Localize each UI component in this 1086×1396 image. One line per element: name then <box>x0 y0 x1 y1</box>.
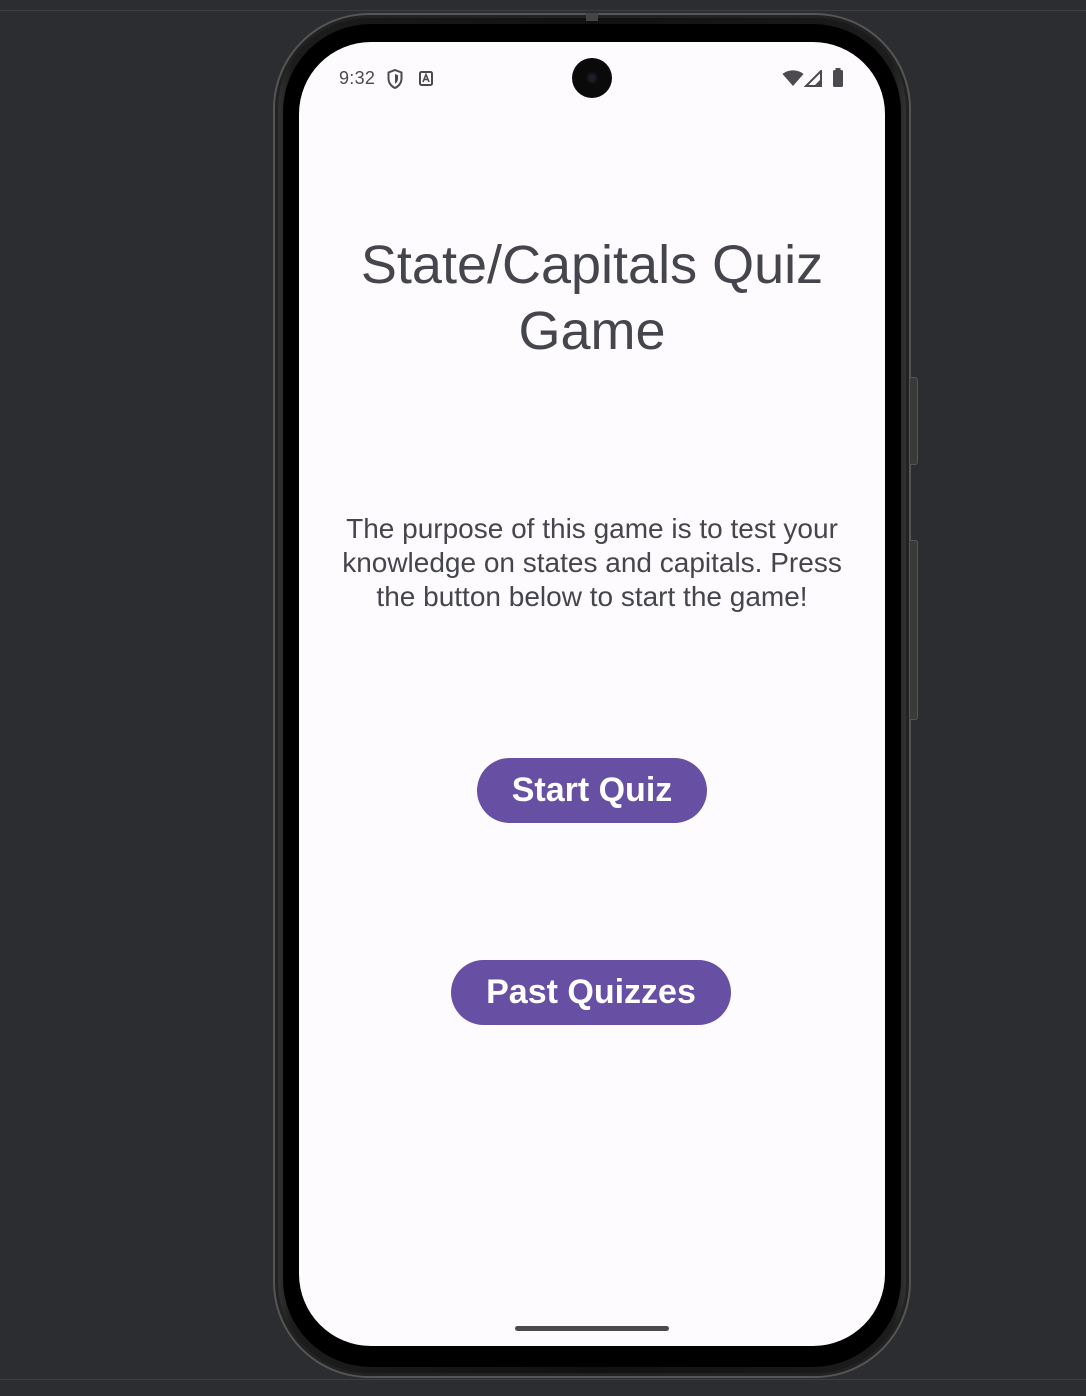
page-title: State/Capitals Quiz Game <box>360 235 824 361</box>
battery-icon <box>832 68 844 93</box>
shield-icon <box>387 68 403 94</box>
home-gesture-bar[interactable] <box>515 1326 669 1331</box>
status-bar: 9:32 <box>299 42 885 112</box>
game-description: The purpose of this game is to test your… <box>342 513 842 612</box>
front-camera <box>572 58 612 98</box>
toolbar-divider <box>0 10 1086 11</box>
power-button[interactable] <box>909 377 918 465</box>
bottom-divider <box>0 1379 1086 1380</box>
volume-button[interactable] <box>909 540 918 720</box>
wifi-icon <box>782 70 804 92</box>
start-quiz-button[interactable]: Start Quiz <box>477 758 707 823</box>
phone-screen: 9:32 State/Capitals Quiz Game The purpos… <box>299 42 885 1346</box>
cell-signal-icon <box>803 68 822 92</box>
past-quizzes-button[interactable]: Past Quizzes <box>451 960 731 1025</box>
accessibility-a-icon <box>419 71 433 91</box>
status-time: 9:32 <box>339 68 376 88</box>
frame-antenna-band <box>586 13 598 21</box>
emulator-stage: 9:32 State/Capitals Quiz Game The purpos… <box>0 0 1086 1396</box>
